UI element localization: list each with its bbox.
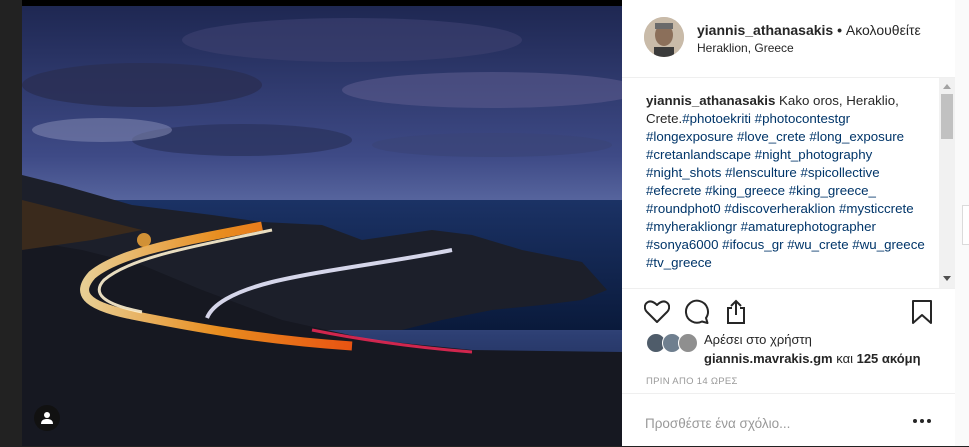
scroll-up-arrow-icon[interactable] [943, 84, 951, 89]
hashtag-link[interactable]: #efecrete [646, 183, 701, 198]
night-highway-photo [22, 0, 622, 446]
more-options-icon[interactable] [912, 413, 932, 429]
hashtag-link[interactable]: #myherakliongr [646, 219, 737, 234]
likes-section: Αρέσει στο χρήστη giannis.mavrakis.gm κα… [622, 330, 955, 370]
post-photo[interactable] [22, 0, 622, 446]
caption-scrollbar[interactable] [939, 78, 955, 288]
author-line: yiannis_athanasakis • Ακολουθείτε [697, 22, 921, 38]
hashtag-link[interactable]: #cretanlandscape [646, 147, 751, 162]
next-post-edge[interactable] [962, 205, 969, 245]
bookmark-icon[interactable] [906, 296, 938, 328]
caption-container[interactable]: yiannis_athanasakis Kako oros, Heraklio,… [622, 78, 955, 289]
hashtag-link[interactable]: #mysticcrete [839, 201, 914, 216]
post-header: yiannis_athanasakis • Ακολουθείτε Herakl… [622, 0, 955, 78]
follow-status-button[interactable]: Ακολουθείτε [846, 22, 921, 38]
user-tag-icon[interactable] [34, 405, 60, 431]
liked-by-connector: και [832, 351, 857, 366]
hashtag-link[interactable]: #night_shots [646, 165, 721, 180]
author-avatar[interactable] [644, 17, 684, 57]
heart-icon[interactable] [641, 296, 673, 328]
post-timestamp[interactable]: ΠΡΙΝ ΑΠΟ 14 ΩΡΕΣ [646, 376, 738, 387]
post-sidebar: yiannis_athanasakis • Ακολουθείτε Herakl… [622, 0, 955, 446]
author-username[interactable]: yiannis_athanasakis [697, 22, 833, 38]
hashtag-link[interactable]: #roundphot0 [646, 201, 721, 216]
hashtag-link[interactable]: #night_photography [755, 147, 873, 162]
hashtag-link[interactable]: #wu_crete [787, 237, 848, 252]
hashtag-link[interactable]: #king_greece [705, 183, 785, 198]
modal-backdrop[interactable] [0, 0, 22, 446]
hashtag-link[interactable]: #lensculture [725, 165, 797, 180]
post-caption: yiannis_athanasakis Kako oros, Heraklio,… [646, 92, 936, 272]
hashtag-link[interactable]: #photoekriti [682, 111, 751, 126]
hashtag-link[interactable]: #sonya6000 [646, 237, 718, 252]
hashtag-link[interactable]: #long_exposure [809, 129, 904, 144]
hashtag-link[interactable]: #ifocus_gr [722, 237, 783, 252]
comment-input[interactable] [645, 413, 905, 433]
scroll-down-arrow-icon[interactable] [943, 276, 951, 281]
hashtag-link[interactable]: #wu_greece [852, 237, 924, 252]
liked-label: Αρέσει στο χρήστη [704, 332, 812, 347]
hashtag-link[interactable]: #spicollective [801, 165, 880, 180]
comment-bar [622, 393, 955, 447]
hashtag-link[interactable]: #photocontestgr [755, 111, 850, 126]
comment-icon[interactable] [681, 296, 713, 328]
liked-count[interactable]: 125 ακόμη [857, 351, 921, 366]
hashtag-link[interactable]: #king_greece_ [789, 183, 876, 198]
liked-by-line: giannis.mavrakis.gm και 125 ακόμη [704, 351, 921, 366]
scroll-thumb[interactable] [941, 94, 953, 139]
hashtag-link[interactable]: #discoverheraklion [724, 201, 835, 216]
liked-by-user[interactable]: giannis.mavrakis.gm [704, 351, 833, 366]
post-actions [622, 288, 955, 336]
share-icon[interactable] [720, 296, 752, 328]
hashtag-list: #photoekriti #photocontestgr #longexposu… [646, 111, 925, 270]
hashtag-link[interactable]: #longexposure [646, 129, 733, 144]
hashtag-link[interactable]: #tv_greece [646, 255, 712, 270]
liker-avatar[interactable] [678, 333, 698, 353]
separator-dot: • [837, 22, 842, 38]
hashtag-link[interactable]: #love_crete [737, 129, 806, 144]
caption-author[interactable]: yiannis_athanasakis [646, 93, 775, 108]
hashtag-link[interactable]: #amaturephotographer [741, 219, 876, 234]
post-location[interactable]: Heraklion, Greece [697, 41, 794, 55]
